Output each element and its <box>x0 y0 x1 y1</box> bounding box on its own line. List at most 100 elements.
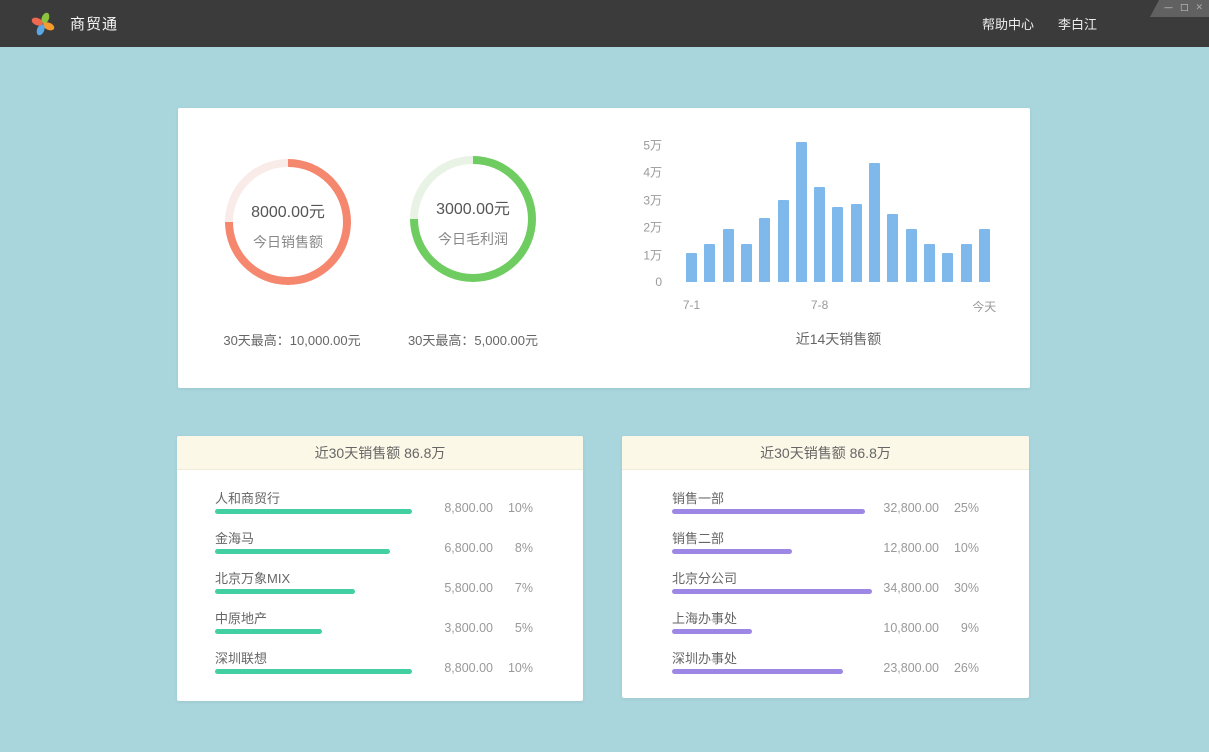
rank-name: 北京分公司 <box>672 568 737 587</box>
rank-amount: 12,800.00 <box>883 541 939 555</box>
chart-bar <box>942 253 953 282</box>
rank-card-customers-title: 近30天销售额 86.8万 <box>177 436 583 470</box>
rank-bar <box>215 669 412 674</box>
sales-30d-max: 30天最高：10,000.00元 <box>202 330 382 349</box>
minimize-icon[interactable]: — <box>1164 0 1173 17</box>
rank-percent: 9% <box>939 621 979 635</box>
chart-bar <box>704 244 715 282</box>
chart-bar <box>814 187 825 282</box>
chart-bar <box>778 200 789 282</box>
rank-values: 3,800.005% <box>444 621 533 635</box>
chart-ytick: 2万 <box>643 219 662 236</box>
rank-bar <box>215 589 355 594</box>
maximize-icon[interactable]: □ <box>1180 0 1189 17</box>
rank-percent: 7% <box>493 581 533 595</box>
rank-percent: 10% <box>493 501 533 515</box>
chart-bar <box>887 214 898 283</box>
titlebar: 商贸通 帮助中心 李白江 <box>0 0 1209 47</box>
rank-row: 销售二部12,800.0010% <box>672 526 979 566</box>
rank-row: 深圳联想 8,800.0010% <box>215 646 533 686</box>
rank-values: 6,800.008% <box>444 541 533 555</box>
sales-bar-chart <box>686 145 991 282</box>
pinwheel-logo-icon <box>30 11 56 37</box>
rank-name: 深圳办事处 <box>672 648 737 667</box>
rank-values: 12,800.0010% <box>883 541 979 555</box>
close-icon[interactable]: ✕ <box>1195 0 1203 17</box>
rank-bar <box>672 549 792 554</box>
overview-card: 8000.00元 今日销售额 30天最高：10,000.00元 3000.00元… <box>178 108 1030 388</box>
rank-amount: 32,800.00 <box>883 501 939 515</box>
rank-percent: 26% <box>939 661 979 675</box>
rank-amount: 6,800.00 <box>444 541 493 555</box>
rank-percent: 8% <box>493 541 533 555</box>
rank-bar <box>215 629 322 634</box>
rank-bar <box>215 509 412 514</box>
rank-row: 北京万象MIX5,800.007% <box>215 566 533 606</box>
chart-y-axis: 5万4万3万2万1万0 <box>616 145 662 282</box>
chart-ytick: 5万 <box>643 137 662 154</box>
chart-title: 近14天销售额 <box>686 329 991 349</box>
chart-xlabel: 7-8 <box>811 298 828 312</box>
chart-bar <box>796 142 807 282</box>
rank-row: 人和商贸行 8,800.0010% <box>215 486 533 526</box>
chart-bar <box>869 163 880 282</box>
rank-row: 深圳办事处 23,800.0026% <box>672 646 979 686</box>
chart-bar <box>961 244 972 282</box>
rank-bar <box>672 629 752 634</box>
chart-bar <box>759 218 770 282</box>
rank-card-departments-list: 销售一部 32,800.0025% 销售二部12,800.0010% 北京分公司 34,… <box>622 470 1029 686</box>
chart-bar <box>741 244 752 282</box>
chart-x-axis: 7-17-8今天 <box>686 298 991 312</box>
rank-amount: 10,800.00 <box>883 621 939 635</box>
profit-30d-max: 30天最高：5,000.00元 <box>383 330 563 349</box>
chart-ytick: 3万 <box>643 191 662 208</box>
rank-percent: 30% <box>939 581 979 595</box>
rank-percent: 10% <box>939 541 979 555</box>
today-profit-value: 3000.00元 <box>436 195 510 219</box>
rank-values: 8,800.0010% <box>444 501 533 515</box>
rank-row: 北京分公司 34,800.0030% <box>672 566 979 606</box>
chart-bar <box>723 229 734 282</box>
today-sales-donut: 8000.00元 今日销售额 <box>225 159 351 285</box>
rank-amount: 23,800.00 <box>883 661 939 675</box>
rank-percent: 25% <box>939 501 979 515</box>
rank-bar <box>672 509 865 514</box>
chart-xlabel: 7-1 <box>683 298 700 312</box>
rank-card-customers: 近30天销售额 86.8万 人和商贸行8,800.0010%金海马6,800.0… <box>177 436 583 701</box>
today-profit-label: 今日毛利润 <box>438 229 508 249</box>
chart-bar <box>686 253 697 282</box>
rank-name: 中原地产 <box>215 608 267 627</box>
rank-card-departments-title: 近30天销售额 86.8万 <box>622 436 1029 470</box>
rank-row: 销售一部 32,800.0025% <box>672 486 979 526</box>
rank-percent: 5% <box>493 621 533 635</box>
app-title: 商贸通 <box>70 13 118 34</box>
chart-bar <box>924 244 935 282</box>
rank-name: 北京万象MIX <box>215 568 290 587</box>
rank-name: 金海马 <box>215 528 254 547</box>
chart-bar <box>832 207 843 282</box>
chart-xlabel: 今天 <box>972 298 996 315</box>
rank-name: 深圳联想 <box>215 648 267 667</box>
rank-name: 销售一部 <box>672 488 724 507</box>
rank-values: 10,800.009% <box>883 621 979 635</box>
rank-row: 金海马 6,800.008% <box>215 526 533 566</box>
rank-bar <box>672 589 872 594</box>
rank-percent: 10% <box>493 661 533 675</box>
today-sales-value: 8000.00元 <box>251 198 325 222</box>
chart-ytick: 4万 <box>643 164 662 181</box>
chart-bar <box>906 229 917 282</box>
rank-card-departments: 近30天销售额 86.8万 销售一部 32,800.0025% 销售二部12,800… <box>622 436 1029 698</box>
help-center-link[interactable]: 帮助中心 <box>982 14 1034 33</box>
rank-name: 人和商贸行 <box>215 488 280 507</box>
rank-card-customers-list: 人和商贸行8,800.0010%金海马6,800.008%北京万象MIX5,80… <box>177 470 583 686</box>
chart-bar <box>979 229 990 282</box>
rank-amount: 34,800.00 <box>883 581 939 595</box>
rank-amount: 8,800.00 <box>444 661 493 675</box>
rank-values: 34,800.0030% <box>883 581 979 595</box>
today-profit-donut: 3000.00元 今日毛利润 <box>410 156 536 282</box>
rank-values: 23,800.0026% <box>883 661 979 675</box>
rank-amount: 8,800.00 <box>444 501 493 515</box>
username[interactable]: 李白江 <box>1058 14 1097 33</box>
today-sales-label: 今日销售额 <box>253 232 323 252</box>
chart-bar <box>851 204 862 282</box>
